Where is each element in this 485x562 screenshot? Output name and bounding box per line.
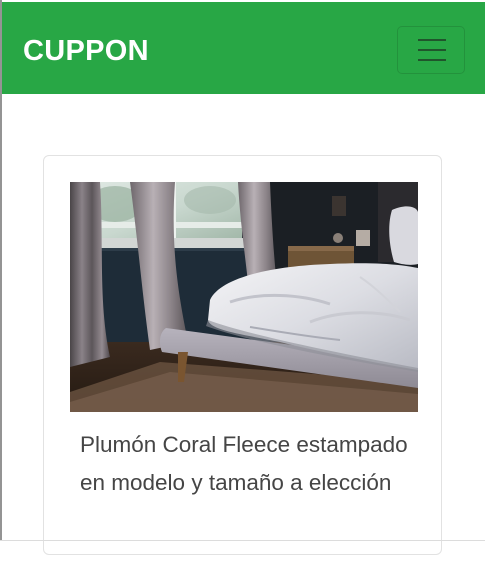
product-image[interactable] (70, 182, 418, 412)
product-card[interactable]: Plumón Coral Fleece estampado en modelo … (43, 155, 442, 555)
navbar-toggler-button[interactable] (397, 26, 465, 74)
page-frame: CUPPON Plumón Coral Fleece estampado en … (0, 0, 485, 562)
hamburger-menu-icon (398, 27, 464, 73)
viewport-bottom-edge (0, 540, 485, 541)
navbar: CUPPON (2, 2, 485, 94)
product-title[interactable]: Plumón Coral Fleece estampado en modelo … (80, 426, 410, 502)
brand-logo[interactable]: CUPPON (23, 34, 149, 68)
